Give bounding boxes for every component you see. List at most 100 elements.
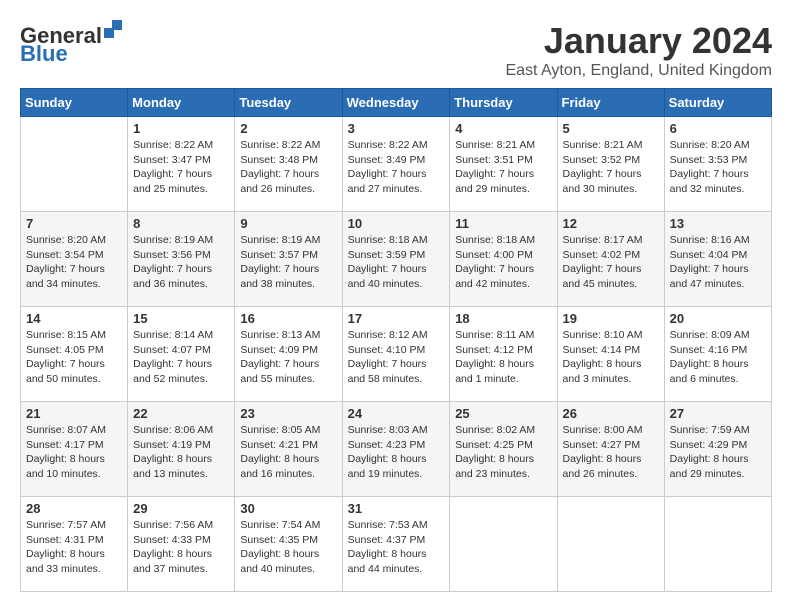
day-info: Sunrise: 8:09 AM Sunset: 4:16 PM Dayligh…: [670, 328, 766, 387]
calendar-week-row: 28 Sunrise: 7:57 AM Sunset: 4:31 PM Dayli…: [21, 497, 772, 592]
weekday-header-row: SundayMondayTuesdayWednesdayThursdayFrid…: [21, 89, 772, 117]
day-number: 30: [240, 501, 336, 516]
day-info: Sunrise: 7:57 AM Sunset: 4:31 PM Dayligh…: [26, 518, 122, 577]
day-number: 5: [563, 121, 659, 136]
calendar-day-cell: 4Sunrise: 8:21 AM Sunset: 3:51 PM Daylig…: [450, 117, 557, 212]
day-number: 27: [670, 406, 766, 421]
day-number: 29: [133, 501, 229, 516]
day-number: 6: [670, 121, 766, 136]
weekday-header-sunday: Sunday: [21, 89, 128, 117]
day-number: 17: [348, 311, 445, 326]
day-number: 9: [240, 216, 336, 231]
day-info: Sunrise: 8:17 AM Sunset: 4:02 PM Dayligh…: [563, 233, 659, 292]
calendar-day-cell: 29 Sunrise: 7:56 AM Sunset: 4:33 PM Dayli…: [128, 497, 235, 592]
day-info: Sunrise: 8:07 AM Sunset: 4:17 PM Dayligh…: [26, 423, 122, 482]
empty-cell: [557, 497, 664, 592]
calendar-day-cell: 26Sunrise: 8:00 AM Sunset: 4:27 PM Dayli…: [557, 402, 664, 497]
calendar-day-cell: 24Sunrise: 8:03 AM Sunset: 4:23 PM Dayli…: [342, 402, 450, 497]
day-info: Sunrise: 8:10 AM Sunset: 4:14 PM Dayligh…: [563, 328, 659, 387]
day-info: Sunrise: 8:21 AM Sunset: 3:52 PM Dayligh…: [563, 138, 659, 197]
calendar-day-cell: 31 Sunrise: 7:53 AM Sunset: 4:37 PM Dayli…: [342, 497, 450, 592]
calendar-day-cell: 6 Sunrise: 8:20 AM Sunset: 3:53 PM Daylig…: [664, 117, 771, 212]
day-info: Sunrise: 7:53 AM Sunset: 4:37 PM Dayligh…: [348, 518, 445, 577]
day-info: Sunrise: 8:06 AM Sunset: 4:19 PM Dayligh…: [133, 423, 229, 482]
day-info: Sunrise: 8:12 AM Sunset: 4:10 PM Dayligh…: [348, 328, 445, 387]
day-info: Sunrise: 8:14 AM Sunset: 4:07 PM Dayligh…: [133, 328, 229, 387]
day-number: 21: [26, 406, 122, 421]
calendar-day-cell: 16 Sunrise: 8:13 AM Sunset: 4:09 PM Dayli…: [235, 307, 342, 402]
calendar-day-cell: 11Sunrise: 8:18 AM Sunset: 4:00 PM Dayli…: [450, 212, 557, 307]
day-info: Sunrise: 8:22 AM Sunset: 3:48 PM Dayligh…: [240, 138, 336, 197]
title-block: January 2024 East Ayton, England, United…: [505, 20, 772, 80]
day-info: Sunrise: 7:56 AM Sunset: 4:33 PM Dayligh…: [133, 518, 229, 577]
calendar-day-cell: 27 Sunrise: 7:59 AM Sunset: 4:29 PM Dayli…: [664, 402, 771, 497]
day-number: 22: [133, 406, 229, 421]
day-info: Sunrise: 7:59 AM Sunset: 4:29 PM Dayligh…: [670, 423, 766, 482]
calendar-week-row: 14Sunrise: 8:15 AM Sunset: 4:05 PM Dayli…: [21, 307, 772, 402]
calendar-day-cell: 1 Sunrise: 8:22 AM Sunset: 3:47 PM Daylig…: [128, 117, 235, 212]
calendar-day-cell: 25 Sunrise: 8:02 AM Sunset: 4:25 PM Dayli…: [450, 402, 557, 497]
weekday-header-friday: Friday: [557, 89, 664, 117]
day-number: 7: [26, 216, 122, 231]
page-header: General Blue January 2024 East Ayton, En…: [20, 20, 772, 80]
calendar-day-cell: 14Sunrise: 8:15 AM Sunset: 4:05 PM Dayli…: [21, 307, 128, 402]
day-number: 28: [26, 501, 122, 516]
weekday-header-thursday: Thursday: [450, 89, 557, 117]
weekday-header-tuesday: Tuesday: [235, 89, 342, 117]
day-info: Sunrise: 8:16 AM Sunset: 4:04 PM Dayligh…: [670, 233, 766, 292]
day-info: Sunrise: 8:19 AM Sunset: 3:57 PM Dayligh…: [240, 233, 336, 292]
day-info: Sunrise: 8:13 AM Sunset: 4:09 PM Dayligh…: [240, 328, 336, 387]
day-info: Sunrise: 8:02 AM Sunset: 4:25 PM Dayligh…: [455, 423, 551, 482]
calendar-week-row: 21 Sunrise: 8:07 AM Sunset: 4:17 PM Dayli…: [21, 402, 772, 497]
day-number: 25: [455, 406, 551, 421]
day-number: 20: [670, 311, 766, 326]
location: East Ayton, England, United Kingdom: [505, 62, 772, 80]
calendar-day-cell: 13Sunrise: 8:16 AM Sunset: 4:04 PM Dayli…: [664, 212, 771, 307]
day-number: 18: [455, 311, 551, 326]
calendar-day-cell: 20 Sunrise: 8:09 AM Sunset: 4:16 PM Dayli…: [664, 307, 771, 402]
day-number: 3: [348, 121, 445, 136]
calendar-day-cell: 21 Sunrise: 8:07 AM Sunset: 4:17 PM Dayli…: [21, 402, 128, 497]
day-info: Sunrise: 8:19 AM Sunset: 3:56 PM Dayligh…: [133, 233, 229, 292]
day-info: Sunrise: 7:54 AM Sunset: 4:35 PM Dayligh…: [240, 518, 336, 577]
calendar-day-cell: 17 Sunrise: 8:12 AM Sunset: 4:10 PM Dayli…: [342, 307, 450, 402]
calendar-day-cell: 10 Sunrise: 8:18 AM Sunset: 3:59 PM Dayli…: [342, 212, 450, 307]
day-number: 31: [348, 501, 445, 516]
day-info: Sunrise: 8:22 AM Sunset: 3:49 PM Dayligh…: [348, 138, 445, 197]
calendar-day-cell: 18Sunrise: 8:11 AM Sunset: 4:12 PM Dayli…: [450, 307, 557, 402]
calendar-day-cell: 28 Sunrise: 7:57 AM Sunset: 4:31 PM Dayli…: [21, 497, 128, 592]
calendar-day-cell: 15 Sunrise: 8:14 AM Sunset: 4:07 PM Dayli…: [128, 307, 235, 402]
day-info: Sunrise: 8:00 AM Sunset: 4:27 PM Dayligh…: [563, 423, 659, 482]
empty-cell: [21, 117, 128, 212]
day-number: 10: [348, 216, 445, 231]
day-number: 12: [563, 216, 659, 231]
calendar-week-row: 7Sunrise: 8:20 AM Sunset: 3:54 PM Daylig…: [21, 212, 772, 307]
calendar-day-cell: 30 Sunrise: 7:54 AM Sunset: 4:35 PM Dayli…: [235, 497, 342, 592]
day-info: Sunrise: 8:15 AM Sunset: 4:05 PM Dayligh…: [26, 328, 122, 387]
day-number: 19: [563, 311, 659, 326]
calendar-day-cell: 23Sunrise: 8:05 AM Sunset: 4:21 PM Dayli…: [235, 402, 342, 497]
month-title: January 2024: [505, 20, 772, 62]
empty-cell: [450, 497, 557, 592]
day-info: Sunrise: 8:20 AM Sunset: 3:53 PM Dayligh…: [670, 138, 766, 197]
calendar-day-cell: 19 Sunrise: 8:10 AM Sunset: 4:14 PM Dayli…: [557, 307, 664, 402]
empty-cell: [664, 497, 771, 592]
logo-blue-text: Blue: [20, 41, 68, 67]
calendar-day-cell: 3 Sunrise: 8:22 AM Sunset: 3:49 PM Daylig…: [342, 117, 450, 212]
logo: General Blue: [20, 20, 122, 67]
calendar-week-row: 1 Sunrise: 8:22 AM Sunset: 3:47 PM Daylig…: [21, 117, 772, 212]
calendar-day-cell: 2Sunrise: 8:22 AM Sunset: 3:48 PM Daylig…: [235, 117, 342, 212]
calendar-day-cell: 9 Sunrise: 8:19 AM Sunset: 3:57 PM Daylig…: [235, 212, 342, 307]
day-number: 15: [133, 311, 229, 326]
day-info: Sunrise: 8:22 AM Sunset: 3:47 PM Dayligh…: [133, 138, 229, 197]
day-number: 1: [133, 121, 229, 136]
calendar-day-cell: 5 Sunrise: 8:21 AM Sunset: 3:52 PM Daylig…: [557, 117, 664, 212]
weekday-header-monday: Monday: [128, 89, 235, 117]
day-number: 23: [240, 406, 336, 421]
weekday-header-saturday: Saturday: [664, 89, 771, 117]
day-number: 16: [240, 311, 336, 326]
day-info: Sunrise: 8:18 AM Sunset: 3:59 PM Dayligh…: [348, 233, 445, 292]
day-number: 24: [348, 406, 445, 421]
weekday-header-wednesday: Wednesday: [342, 89, 450, 117]
calendar-day-cell: 22 Sunrise: 8:06 AM Sunset: 4:19 PM Dayli…: [128, 402, 235, 497]
